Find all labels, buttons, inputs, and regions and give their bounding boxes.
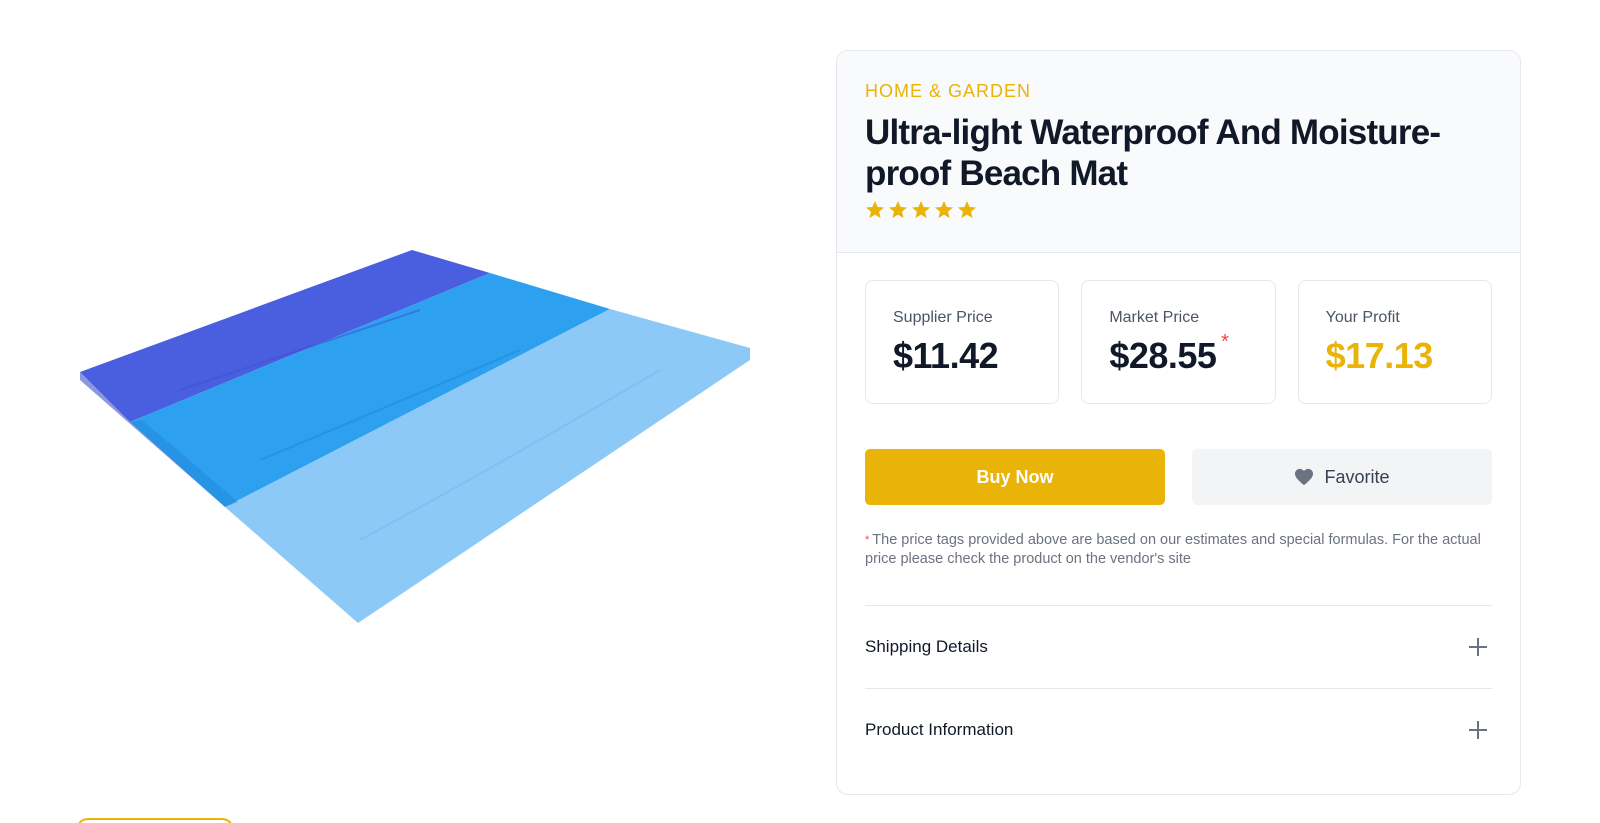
- star-icon: [934, 200, 954, 220]
- market-price-label: Market Price: [1109, 309, 1200, 326]
- price-row: Supplier Price $11.42 Market Price $28.5…: [865, 280, 1492, 404]
- supplier-price-value: $11.42: [893, 335, 999, 376]
- disclaimer-text: The price tags provided above are based …: [865, 532, 1481, 567]
- product-card: HOME & GARDEN Ultra-light Waterproof And…: [836, 50, 1521, 795]
- profit-value: $17.13: [1325, 335, 1434, 376]
- plus-icon: [1469, 721, 1487, 739]
- shipping-details-label: Shipping Details: [865, 637, 988, 656]
- market-price-value: $28.55: [1109, 335, 1217, 376]
- favorite-button[interactable]: Favorite: [1192, 449, 1492, 505]
- profit-label: Your Profit: [1325, 309, 1400, 326]
- shipping-details-toggle[interactable]: Shipping Details: [865, 605, 1492, 688]
- supplier-price-label: Supplier Price: [893, 309, 993, 326]
- profit-box: Your Profit $17.13: [1297, 280, 1492, 404]
- product-information-toggle[interactable]: Product Information: [865, 688, 1492, 771]
- market-price-wrap: $28.55 *: [1109, 331, 1229, 377]
- thumbnail-tab[interactable]: [76, 818, 234, 823]
- action-row: Buy Now Favorite: [865, 449, 1492, 505]
- price-disclaimer: * The price tags provided above are based…: [865, 531, 1492, 569]
- star-icon: [888, 200, 908, 220]
- product-header: HOME & GARDEN Ultra-light Waterproof And…: [837, 51, 1520, 253]
- product-category[interactable]: HOME & GARDEN: [865, 81, 1492, 102]
- favorite-label: Favorite: [1324, 466, 1390, 487]
- rating-stars: [865, 200, 1492, 220]
- product-information-label: Product Information: [865, 720, 1014, 739]
- disclaimer-asterisk: *: [865, 534, 870, 546]
- star-icon: [957, 200, 977, 220]
- buy-now-button[interactable]: Buy Now: [865, 449, 1165, 505]
- plus-icon: [1469, 638, 1487, 656]
- star-icon: [865, 200, 885, 220]
- market-price-box: Market Price $28.55 *: [1081, 280, 1276, 404]
- supplier-price-box: Supplier Price $11.42: [865, 280, 1060, 404]
- market-price-asterisk: *: [1221, 331, 1229, 353]
- product-body: Supplier Price $11.42 Market Price $28.5…: [837, 253, 1520, 771]
- details-accordion: Shipping Details Product Information: [865, 605, 1492, 771]
- heart-icon: [1295, 468, 1314, 486]
- product-image[interactable]: [60, 60, 780, 780]
- product-page: HOME & GARDEN Ultra-light Waterproof And…: [0, 0, 1600, 823]
- product-title: Ultra-light Waterproof And Moisture-proo…: [865, 113, 1441, 193]
- beach-mat-image: [80, 250, 750, 623]
- star-icon: [911, 200, 931, 220]
